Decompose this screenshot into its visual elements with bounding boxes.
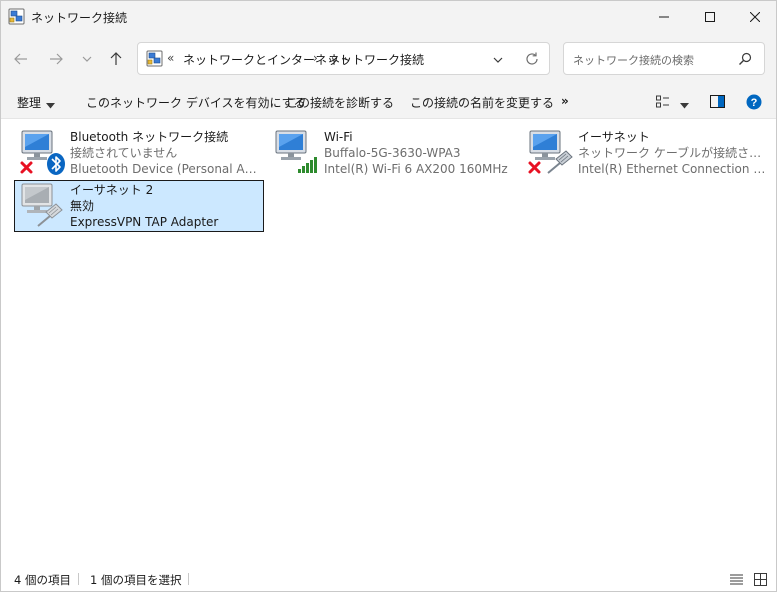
connection-name: イーサネット 2	[70, 183, 154, 197]
connection-tile-bluetooth[interactable]: Bluetooth ネットワーク接続 接続されていません Bluetooth D…	[14, 123, 264, 176]
address-bar[interactable]: « ネットワークとインターネット › ネットワーク接続	[137, 42, 550, 75]
connection-status: 無効	[70, 199, 95, 213]
connection-device: Intel(R) Ethernet Connection (10) I...	[578, 162, 768, 176]
recent-locations-button[interactable]	[75, 47, 99, 71]
connection-status: ネットワーク ケーブルが接続されていま...	[578, 146, 768, 160]
refresh-button[interactable]	[524, 51, 540, 67]
back-arrow-icon	[14, 53, 27, 65]
forward-arrow-icon	[50, 53, 63, 65]
command-bar: 整理 このネットワーク デバイスを有効にする この接続を診断する この接続の名前…	[1, 85, 776, 119]
title-bar[interactable]: ネットワーク接続	[1, 1, 776, 33]
status-bar: 4 個の項目 1 個の項目を選択	[1, 567, 776, 591]
back-button[interactable]	[9, 47, 33, 71]
connection-name: イーサネット	[578, 130, 650, 144]
connection-device: Bluetooth Device (Personal Area ...	[70, 162, 260, 176]
breadcrumb-network-connections[interactable]: ネットワーク接続	[328, 51, 424, 68]
selected-count: 1 個の項目を選択	[90, 573, 182, 587]
minimize-button[interactable]	[641, 1, 687, 33]
help-icon[interactable]: ?	[746, 94, 762, 110]
minimize-icon	[659, 16, 669, 18]
search-input[interactable]: ネットワーク接続の検索	[573, 52, 694, 68]
ethernet-disconnected-icon	[526, 129, 574, 175]
network-connections-window: ネットワーク接続 « ネットワークとインターネット › ネットワーク接続 ネット…	[0, 0, 777, 592]
large-icons-view-icon[interactable]	[754, 573, 767, 586]
status-divider	[78, 573, 79, 585]
view-options-icon[interactable]	[656, 95, 670, 109]
status-divider	[188, 573, 189, 585]
chevron-down-icon	[82, 56, 92, 62]
breadcrumb-network-internet[interactable]: ネットワークとインターネット	[183, 51, 351, 68]
chevron-down-icon[interactable]	[46, 98, 55, 109]
chevron-down-icon[interactable]	[680, 98, 689, 109]
rename-connection-button[interactable]: この接続の名前を変更する	[410, 94, 554, 111]
item-count: 4 個の項目	[14, 573, 71, 587]
wifi-network-icon	[272, 129, 320, 175]
close-icon	[750, 12, 760, 22]
connections-list[interactable]: Bluetooth ネットワーク接続 接続されていません Bluetooth D…	[1, 119, 776, 567]
ethernet-disabled-icon	[18, 182, 66, 228]
organize-button[interactable]: 整理	[17, 94, 41, 111]
address-overflow[interactable]: «	[167, 51, 174, 65]
forward-button[interactable]	[44, 47, 68, 71]
connection-device: ExpressVPN TAP Adapter	[70, 215, 219, 229]
preview-pane-icon[interactable]	[710, 95, 725, 108]
refresh-icon	[526, 52, 538, 65]
chevron-down-icon	[493, 57, 503, 63]
connection-status: Buffalo-5G-3630-WPA3	[324, 146, 461, 160]
enable-device-button[interactable]: このネットワーク デバイスを有効にする	[86, 94, 306, 111]
connection-name: Wi-Fi	[324, 130, 353, 144]
search-box[interactable]: ネットワーク接続の検索	[563, 42, 765, 75]
up-arrow-icon	[110, 52, 122, 65]
more-commands-button[interactable]: »	[561, 94, 569, 108]
connection-tile-wifi[interactable]: Wi-Fi Buffalo-5G-3630-WPA3 Intel(R) Wi-F…	[268, 123, 518, 176]
search-icon[interactable]	[738, 52, 752, 66]
navigation-bar: « ネットワークとインターネット › ネットワーク接続 ネットワーク接続の検索	[1, 33, 776, 85]
up-button[interactable]	[104, 47, 128, 71]
breadcrumb-separator[interactable]: ›	[313, 51, 318, 65]
svg-text:?: ?	[751, 97, 758, 109]
close-button[interactable]	[732, 1, 777, 33]
connection-name: Bluetooth ネットワーク接続	[70, 130, 229, 144]
network-connections-icon	[8, 8, 25, 25]
diagnose-connection-button[interactable]: この接続を診断する	[286, 94, 394, 111]
details-view-icon[interactable]	[730, 574, 743, 585]
address-history-button[interactable]	[490, 52, 506, 68]
window-title: ネットワーク接続	[31, 11, 128, 25]
network-connections-icon	[146, 50, 163, 67]
maximize-button[interactable]	[687, 1, 733, 33]
maximize-icon	[705, 12, 715, 22]
connection-tile-ethernet[interactable]: イーサネット ネットワーク ケーブルが接続されていま... Intel(R) E…	[522, 123, 772, 176]
connection-tile-ethernet-2[interactable]: イーサネット 2 無効 ExpressVPN TAP Adapter	[14, 180, 264, 232]
bluetooth-network-icon	[18, 129, 66, 175]
connection-device: Intel(R) Wi-Fi 6 AX200 160MHz	[324, 162, 508, 176]
connection-status: 接続されていません	[70, 146, 178, 160]
